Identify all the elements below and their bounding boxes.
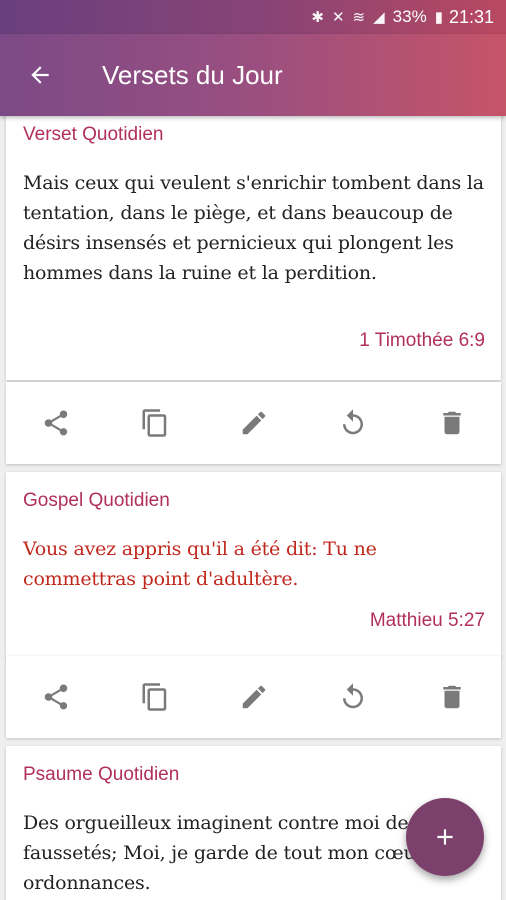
verse-reference: Matthieu 5:27 <box>369 610 485 631</box>
card-actions <box>6 382 501 464</box>
share-icon <box>44 410 67 436</box>
share-button[interactable] <box>6 382 105 464</box>
app-bar: Versets du Jour <box>0 34 506 116</box>
plus-icon <box>437 829 453 845</box>
card-actions <box>6 656 501 738</box>
edit-icon <box>242 685 265 709</box>
back-button[interactable] <box>0 34 80 116</box>
clock: 21:31 <box>448 6 494 27</box>
card-heading: Psaume Quotidien <box>23 764 180 785</box>
copy-button[interactable] <box>105 656 204 738</box>
battery-icon: ▮ <box>434 9 443 26</box>
copy-icon <box>142 683 166 711</box>
wifi-icon: ≋ <box>352 9 366 26</box>
verse-card-daily: Verset Quotidien Mais ceux qui veulent s… <box>6 116 501 380</box>
share-button[interactable] <box>6 656 105 738</box>
refresh-button[interactable] <box>303 656 402 738</box>
card-heading: Verset Quotidien <box>23 124 164 145</box>
card-heading: Gospel Quotidien <box>23 490 170 511</box>
bluetooth-icon: ✱ <box>311 9 324 26</box>
page-title: Versets du Jour <box>102 59 283 90</box>
verse-reference: 1 Timothée 6:9 <box>359 330 485 351</box>
copy-icon <box>142 409 166 437</box>
verse-text: Mais ceux qui veulent s'enrichir tombent… <box>23 172 484 284</box>
delete-button[interactable] <box>402 382 501 464</box>
edit-button[interactable] <box>204 656 303 738</box>
copy-button[interactable] <box>105 382 204 464</box>
delete-button[interactable] <box>402 656 501 738</box>
refresh-icon <box>342 683 363 709</box>
arrow-back-icon <box>31 66 49 84</box>
battery-percent: 33% <box>392 7 427 26</box>
edit-icon <box>242 411 265 435</box>
status-bar: ✱ ✕ ≋ ◢ 33% ▮ 21:31 <box>0 0 506 34</box>
share-icon <box>44 684 67 710</box>
verse-card-gospel: Gospel Quotidien Vous avez appris qu'il … <box>6 472 501 658</box>
mute-icon: ✕ <box>331 9 345 26</box>
verse-text: Vous avez appris qu'il a été dit: Tu ne … <box>23 538 377 590</box>
signal-icon: ◢ <box>373 9 385 26</box>
delete-icon <box>442 411 461 435</box>
refresh-icon <box>342 409 363 435</box>
edit-button[interactable] <box>204 382 303 464</box>
refresh-button[interactable] <box>303 382 402 464</box>
verse-list[interactable]: Verset Quotidien Mais ceux qui veulent s… <box>0 116 506 900</box>
add-button[interactable] <box>406 798 484 876</box>
delete-icon <box>442 685 461 709</box>
